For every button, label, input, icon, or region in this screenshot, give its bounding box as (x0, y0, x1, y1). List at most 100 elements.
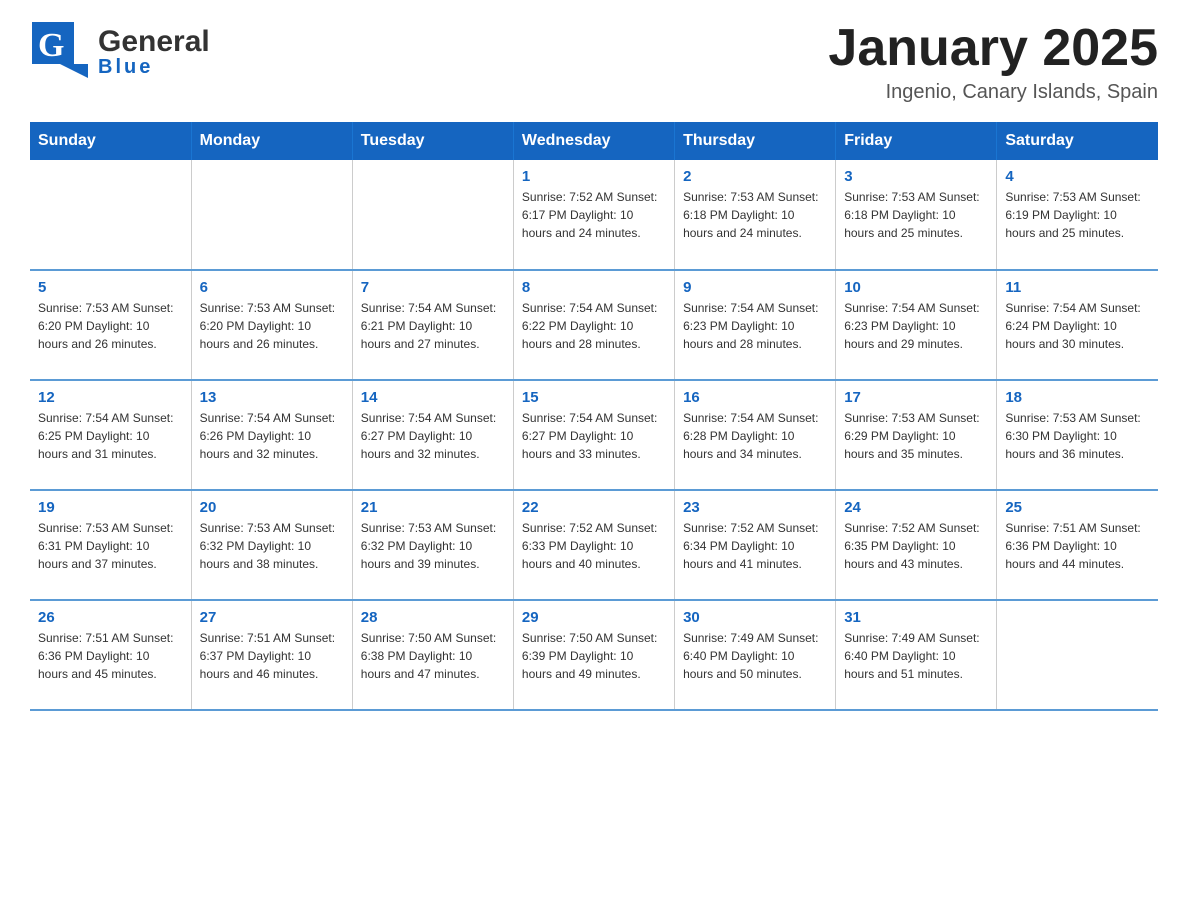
day-number: 7 (361, 279, 505, 296)
day-number: 26 (38, 609, 183, 626)
calendar-cell: 13Sunrise: 7:54 AM Sunset: 6:26 PM Dayli… (191, 380, 352, 490)
calendar-cell: 15 Sunrise: 7:54 AM Sunset: 6:27 PM Dayli… (513, 380, 674, 490)
calendar-cell: 12 Sunrise: 7:54 AM Sunset: 6:25 PM Dayli… (30, 380, 191, 490)
calendar-cell: 18Sunrise: 7:53 AM Sunset: 6:30 PM Dayli… (997, 380, 1158, 490)
calendar-cell: 29 Sunrise: 7:50 AM Sunset: 6:39 PM Dayli… (513, 600, 674, 710)
calendar-cell (30, 160, 191, 270)
brand-blue-text: Blue (98, 57, 210, 77)
day-number: 5 (38, 279, 183, 296)
calendar-cell: 24Sunrise: 7:52 AM Sunset: 6:35 PM Dayli… (836, 490, 997, 600)
day-number: 21 (361, 499, 505, 516)
column-header-friday: Friday (836, 122, 997, 160)
day-number: 6 (200, 279, 344, 296)
day-number: 1 (522, 168, 666, 185)
calendar-cell (191, 160, 352, 270)
day-info: Sunrise: 7:53 AM Sunset: 6:18 PM Dayligh… (683, 188, 827, 242)
calendar-cell (352, 160, 513, 270)
day-number: 11 (1005, 279, 1150, 296)
day-info: Sunrise: 7:54 AM Sunset: 6:26 PM Dayligh… (200, 409, 344, 463)
calendar-cell: 6 Sunrise: 7:53 AM Sunset: 6:20 PM Daylig… (191, 270, 352, 380)
day-info: Sunrise: 7:52 AM Sunset: 6:17 PM Dayligh… (522, 188, 666, 242)
title-area: January 2025 Ingenio, Canary Islands, Sp… (828, 20, 1158, 104)
column-header-saturday: Saturday (997, 122, 1158, 160)
day-info: Sunrise: 7:49 AM Sunset: 6:40 PM Dayligh… (844, 629, 988, 683)
day-info: Sunrise: 7:54 AM Sunset: 6:23 PM Dayligh… (844, 299, 988, 353)
calendar-cell: 8Sunrise: 7:54 AM Sunset: 6:22 PM Daylig… (513, 270, 674, 380)
calendar-cell: 19Sunrise: 7:53 AM Sunset: 6:31 PM Dayli… (30, 490, 191, 600)
day-info: Sunrise: 7:51 AM Sunset: 6:37 PM Dayligh… (200, 629, 344, 683)
day-info: Sunrise: 7:54 AM Sunset: 6:28 PM Dayligh… (683, 409, 827, 463)
day-number: 14 (361, 389, 505, 406)
day-number: 2 (683, 168, 827, 185)
calendar-cell: 20Sunrise: 7:53 AM Sunset: 6:32 PM Dayli… (191, 490, 352, 600)
day-number: 25 (1005, 499, 1150, 516)
calendar-cell: 10 Sunrise: 7:54 AM Sunset: 6:23 PM Dayli… (836, 270, 997, 380)
calendar-header-row: SundayMondayTuesdayWednesdayThursdayFrid… (30, 122, 1158, 160)
column-header-sunday: Sunday (30, 122, 191, 160)
calendar-cell: 2 Sunrise: 7:53 AM Sunset: 6:18 PM Daylig… (675, 160, 836, 270)
day-info: Sunrise: 7:53 AM Sunset: 6:18 PM Dayligh… (844, 188, 988, 242)
calendar-cell (997, 600, 1158, 710)
day-info: Sunrise: 7:53 AM Sunset: 6:32 PM Dayligh… (200, 519, 344, 573)
day-number: 10 (844, 279, 988, 296)
calendar-cell: 28Sunrise: 7:50 AM Sunset: 6:38 PM Dayli… (352, 600, 513, 710)
calendar-cell: 1 Sunrise: 7:52 AM Sunset: 6:17 PM Daylig… (513, 160, 674, 270)
day-info: Sunrise: 7:52 AM Sunset: 6:35 PM Dayligh… (844, 519, 988, 573)
calendar-cell: 3 Sunrise: 7:53 AM Sunset: 6:18 PM Daylig… (836, 160, 997, 270)
day-number: 31 (844, 609, 988, 626)
calendar-cell: 7 Sunrise: 7:54 AM Sunset: 6:21 PM Daylig… (352, 270, 513, 380)
calendar-week-2: 5 Sunrise: 7:53 AM Sunset: 6:20 PM Daylig… (30, 270, 1158, 380)
calendar-cell: 26 Sunrise: 7:51 AM Sunset: 6:36 PM Dayli… (30, 600, 191, 710)
day-info: Sunrise: 7:54 AM Sunset: 6:24 PM Dayligh… (1005, 299, 1150, 353)
calendar-subtitle: Ingenio, Canary Islands, Spain (828, 81, 1158, 104)
logo-icon: G (30, 20, 88, 78)
calendar-cell: 16Sunrise: 7:54 AM Sunset: 6:28 PM Dayli… (675, 380, 836, 490)
day-number: 29 (522, 609, 666, 626)
day-info: Sunrise: 7:54 AM Sunset: 6:21 PM Dayligh… (361, 299, 505, 353)
calendar-cell: 21 Sunrise: 7:53 AM Sunset: 6:32 PM Dayli… (352, 490, 513, 600)
calendar-cell: 27Sunrise: 7:51 AM Sunset: 6:37 PM Dayli… (191, 600, 352, 710)
svg-text:G: G (38, 27, 64, 64)
day-info: Sunrise: 7:53 AM Sunset: 6:32 PM Dayligh… (361, 519, 505, 573)
column-header-wednesday: Wednesday (513, 122, 674, 160)
day-info: Sunrise: 7:53 AM Sunset: 6:30 PM Dayligh… (1005, 409, 1150, 463)
calendar-cell: 23 Sunrise: 7:52 AM Sunset: 6:34 PM Dayli… (675, 490, 836, 600)
day-number: 17 (844, 389, 988, 406)
logo: G General Blue (30, 20, 210, 83)
day-number: 22 (522, 499, 666, 516)
header: G General Blue January 2025 Ingenio, Can… (30, 20, 1158, 104)
day-number: 4 (1005, 168, 1150, 185)
day-info: Sunrise: 7:53 AM Sunset: 6:20 PM Dayligh… (38, 299, 183, 353)
column-header-tuesday: Tuesday (352, 122, 513, 160)
day-number: 15 (522, 389, 666, 406)
day-info: Sunrise: 7:49 AM Sunset: 6:40 PM Dayligh… (683, 629, 827, 683)
day-info: Sunrise: 7:54 AM Sunset: 6:25 PM Dayligh… (38, 409, 183, 463)
day-info: Sunrise: 7:54 AM Sunset: 6:23 PM Dayligh… (683, 299, 827, 353)
day-info: Sunrise: 7:54 AM Sunset: 6:27 PM Dayligh… (522, 409, 666, 463)
column-header-thursday: Thursday (675, 122, 836, 160)
calendar-cell: 25 Sunrise: 7:51 AM Sunset: 6:36 PM Dayli… (997, 490, 1158, 600)
calendar-week-5: 26 Sunrise: 7:51 AM Sunset: 6:36 PM Dayli… (30, 600, 1158, 710)
day-info: Sunrise: 7:51 AM Sunset: 6:36 PM Dayligh… (1005, 519, 1150, 573)
calendar-cell: 5 Sunrise: 7:53 AM Sunset: 6:20 PM Daylig… (30, 270, 191, 380)
day-info: Sunrise: 7:52 AM Sunset: 6:34 PM Dayligh… (683, 519, 827, 573)
day-info: Sunrise: 7:53 AM Sunset: 6:20 PM Dayligh… (200, 299, 344, 353)
day-number: 8 (522, 279, 666, 296)
calendar-cell: 14 Sunrise: 7:54 AM Sunset: 6:27 PM Dayli… (352, 380, 513, 490)
day-number: 28 (361, 609, 505, 626)
day-number: 23 (683, 499, 827, 516)
day-number: 3 (844, 168, 988, 185)
calendar-cell: 11 Sunrise: 7:54 AM Sunset: 6:24 PM Dayli… (997, 270, 1158, 380)
day-number: 12 (38, 389, 183, 406)
calendar-cell: 4Sunrise: 7:53 AM Sunset: 6:19 PM Daylig… (997, 160, 1158, 270)
day-number: 30 (683, 609, 827, 626)
day-number: 9 (683, 279, 827, 296)
brand-general-text: General (98, 27, 210, 57)
day-info: Sunrise: 7:50 AM Sunset: 6:39 PM Dayligh… (522, 629, 666, 683)
calendar-title: January 2025 (828, 20, 1158, 77)
day-info: Sunrise: 7:51 AM Sunset: 6:36 PM Dayligh… (38, 629, 183, 683)
calendar-week-1: 1 Sunrise: 7:52 AM Sunset: 6:17 PM Daylig… (30, 160, 1158, 270)
day-info: Sunrise: 7:52 AM Sunset: 6:33 PM Dayligh… (522, 519, 666, 573)
day-info: Sunrise: 7:54 AM Sunset: 6:27 PM Dayligh… (361, 409, 505, 463)
day-info: Sunrise: 7:53 AM Sunset: 6:29 PM Dayligh… (844, 409, 988, 463)
